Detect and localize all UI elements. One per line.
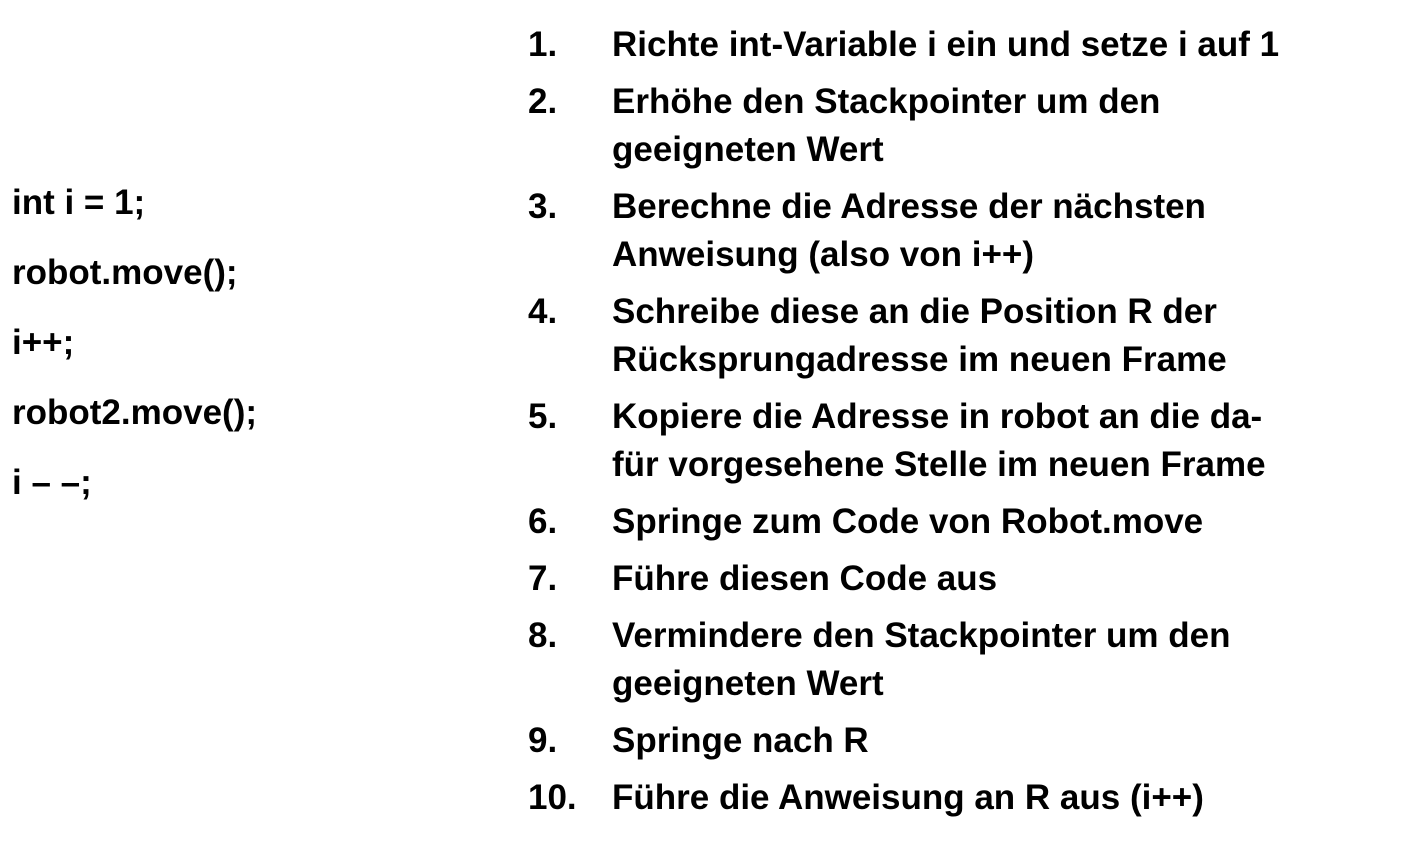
step-text: Erhöhe den Stackpointer um den geeignete… <box>612 78 1408 174</box>
step-text-line: für vorgesehene Stelle im neuen Frame <box>612 445 1266 484</box>
code-line: int i = 1; <box>12 183 146 222</box>
step-text-line: Rücksprungadresse im neuen Frame <box>612 340 1227 379</box>
step-text-line: geeigneten Wert <box>612 130 884 169</box>
step-text-line: geeigneten Wert <box>612 664 884 703</box>
step-text-line: Anweisung (also von i++) <box>612 235 1035 274</box>
code-line: i – –; <box>12 463 92 502</box>
step-number: 3. <box>528 187 558 226</box>
step-text-line: Springe nach R <box>612 721 869 760</box>
step-text-line: Führe die Anweisung an R aus (i++) <box>612 778 1204 817</box>
step-text: Springe zum Code von Robot.move <box>612 498 1408 546</box>
step-text: Kopiere die Adresse in robot an die da- … <box>612 393 1408 489</box>
step-text: Berechne die Adresse der nächsten Anweis… <box>612 183 1408 279</box>
step-number: 7. <box>528 559 558 598</box>
step-item: 9. Springe nach R <box>528 717 1408 765</box>
step-text: Richte int-Variable i ein und setze i au… <box>612 21 1408 69</box>
step-text: Vermindere den Stackpointer um den geeig… <box>612 612 1408 708</box>
step-number: 1. <box>528 25 558 64</box>
step-item: 3. Berechne die Adresse der nächsten Anw… <box>528 183 1408 279</box>
step-text: Führe die Anweisung an R aus (i++) <box>612 774 1408 822</box>
step-text-line: Erhöhe den Stackpointer um den <box>612 82 1161 121</box>
step-item: 6. Springe zum Code von Robot.move <box>528 498 1408 546</box>
step-text-line: Richte int-Variable i ein und setze i au… <box>612 25 1280 64</box>
step-text: Springe nach R <box>612 717 1408 765</box>
code-line: robot.move(); <box>12 253 238 292</box>
step-number: 8. <box>528 616 558 655</box>
step-item: 4. Schreibe diese an die Position R der … <box>528 288 1408 384</box>
step-number: 10. <box>528 778 577 817</box>
step-text-line: Kopiere die Adresse in robot an die da- <box>612 397 1263 436</box>
step-text-line: Berechne die Adresse der nächsten <box>612 187 1206 226</box>
code-listing: int i = 1; robot.move(); i++; robot2.mov… <box>12 183 257 533</box>
step-item: 1. Richte int-Variable i ein und setze i… <box>528 21 1408 69</box>
step-number: 9. <box>528 721 558 760</box>
code-line: robot2.move(); <box>12 393 257 432</box>
steps-list: 1. Richte int-Variable i ein und setze i… <box>528 21 1408 831</box>
code-line: i++; <box>12 323 75 362</box>
step-text-line: Vermindere den Stackpointer um den <box>612 616 1231 655</box>
step-text-line: Springe zum Code von Robot.move <box>612 502 1204 541</box>
step-item: 7. Führe diesen Code aus <box>528 555 1408 603</box>
step-text-line: Führe diesen Code aus <box>612 559 998 598</box>
step-number: 4. <box>528 292 558 331</box>
step-number: 6. <box>528 502 558 541</box>
step-item: 5. Kopiere die Adresse in robot an die d… <box>528 393 1408 489</box>
step-text-line: Schreibe diese an die Position R der <box>612 292 1217 331</box>
step-item: 10. Führe die Anweisung an R aus (i++) <box>528 774 1408 822</box>
step-item: 2. Erhöhe den Stackpointer um den geeign… <box>528 78 1408 174</box>
step-item: 8. Vermindere den Stackpointer um den ge… <box>528 612 1408 708</box>
step-text: Schreibe diese an die Position R der Rüc… <box>612 288 1408 384</box>
step-text: Führe diesen Code aus <box>612 555 1408 603</box>
step-number: 2. <box>528 82 558 121</box>
step-number: 5. <box>528 397 558 436</box>
